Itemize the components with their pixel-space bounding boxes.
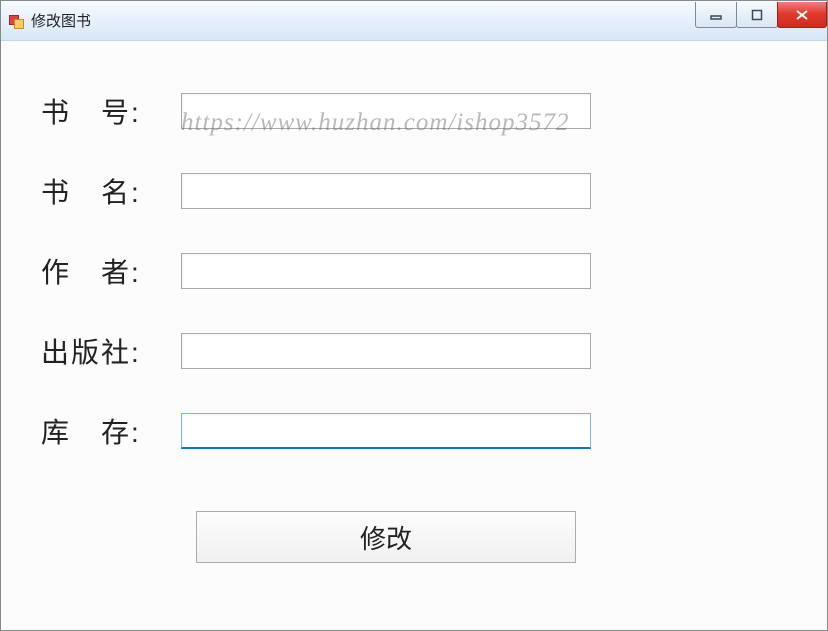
client-area: https://www.huzhan.com/ishop3572 书 号: 书 … — [1, 41, 827, 630]
input-stock[interactable] — [181, 413, 591, 449]
window-title: 修改图书 — [31, 10, 91, 31]
maximize-icon — [751, 9, 763, 21]
button-row: 修改 — [181, 511, 591, 563]
input-author[interactable] — [181, 253, 591, 289]
label-author: 作 者: — [41, 251, 181, 291]
close-button[interactable] — [777, 2, 827, 28]
app-icon — [9, 13, 25, 29]
row-book-name: 书 名: — [41, 171, 787, 211]
edit-book-form: 书 号: 书 名: 作 者: 出版社: 库 存: 修改 — [41, 91, 787, 563]
label-book-name: 书 名: — [41, 171, 181, 211]
maximize-button[interactable] — [736, 2, 778, 28]
close-icon — [795, 9, 809, 21]
minimize-icon — [710, 9, 722, 21]
row-stock: 库 存: — [41, 411, 787, 451]
label-publisher: 出版社: — [41, 331, 181, 371]
input-book-id[interactable] — [181, 93, 591, 129]
submit-button[interactable]: 修改 — [196, 511, 576, 563]
row-book-id: 书 号: — [41, 91, 787, 131]
window-frame: 修改图书 https://www.huzhan.com/ishop3572 书 … — [0, 0, 828, 631]
row-publisher: 出版社: — [41, 331, 787, 371]
title-bar[interactable]: 修改图书 — [1, 1, 827, 41]
input-publisher[interactable] — [181, 333, 591, 369]
input-book-name[interactable] — [181, 173, 591, 209]
label-stock: 库 存: — [41, 411, 181, 451]
window-controls — [696, 1, 827, 40]
row-author: 作 者: — [41, 251, 787, 291]
label-book-id: 书 号: — [41, 91, 181, 131]
minimize-button[interactable] — [695, 2, 737, 28]
